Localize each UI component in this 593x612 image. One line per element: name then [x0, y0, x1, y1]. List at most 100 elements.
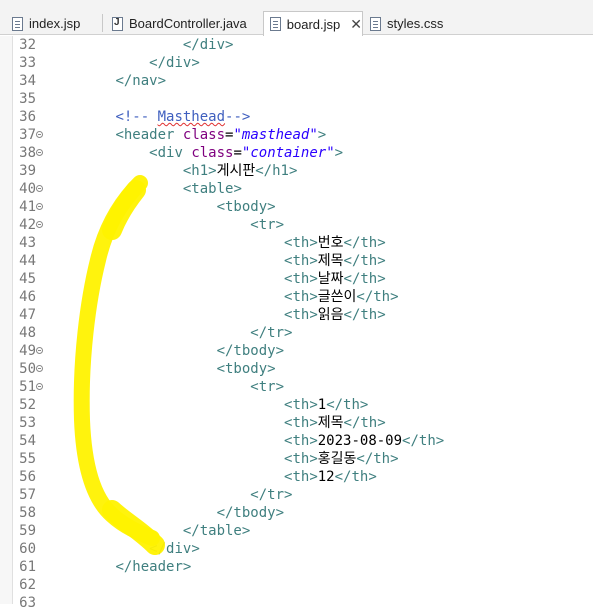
line-number: 47: [19, 307, 36, 323]
code-text: <th>번호</th>: [284, 235, 386, 251]
fold-toggle-icon[interactable]: [36, 203, 43, 210]
code-text: </tr>: [250, 325, 293, 341]
java-file-icon: [112, 16, 123, 31]
code-line[interactable]: 40 <table>: [0, 180, 593, 198]
line-number: 44: [19, 253, 36, 269]
fold-toggle-icon[interactable]: [36, 131, 43, 138]
code-line[interactable]: 47 <th>읽음</th>: [0, 306, 593, 324]
fold-toggle-icon[interactable]: [36, 221, 43, 228]
line-number: 63: [19, 595, 36, 611]
fold-toggle-icon[interactable]: [36, 149, 43, 156]
code-line[interactable]: 34 </nav>: [0, 72, 593, 90]
code-line[interactable]: 51 <tr>: [0, 378, 593, 396]
code-line[interactable]: 60 </div>: [0, 540, 593, 558]
code-text: </header>: [115, 559, 192, 575]
line-number: 33: [19, 55, 36, 71]
code-line[interactable]: 50 <tbody>: [0, 360, 593, 378]
tab-separator: [102, 14, 103, 32]
code-line[interactable]: 35: [0, 90, 593, 108]
code-line[interactable]: 38 <div class="container">: [0, 144, 593, 162]
code-text: <th>2023-08-09</th>: [284, 433, 445, 449]
line-number: 51: [19, 379, 36, 395]
line-number: 62: [19, 577, 36, 593]
line-number: 48: [19, 325, 36, 341]
line-number: 50: [19, 361, 36, 377]
code-line[interactable]: 53 <th>제목</th>: [0, 414, 593, 432]
code-text: </tr>: [250, 487, 293, 503]
code-line[interactable]: 62: [0, 576, 593, 594]
tab-label: board.jsp: [286, 16, 341, 32]
tab-index-jsp[interactable]: index.jsp: [6, 12, 102, 35]
tab-boardcontroller-java[interactable]: BoardController.java: [106, 12, 262, 35]
code-line[interactable]: 36 <!-- Masthead-->: [0, 108, 593, 126]
line-number: 46: [19, 289, 36, 305]
code-line[interactable]: 42 <tr>: [0, 216, 593, 234]
code-text: <th>날짜</th>: [284, 271, 386, 287]
line-number: 60: [19, 541, 36, 557]
close-icon[interactable]: ✕: [350, 16, 362, 33]
code-text: </nav>: [115, 73, 167, 89]
fold-toggle-icon[interactable]: [36, 347, 43, 354]
tab-label: styles.css: [387, 16, 444, 31]
line-number: 59: [19, 523, 36, 539]
code-line[interactable]: 61 </header>: [0, 558, 593, 576]
fold-toggle-icon[interactable]: [36, 185, 43, 192]
code-line[interactable]: 44 <th>제목</th>: [0, 252, 593, 270]
line-number: 39: [19, 163, 36, 179]
code-text: </table>: [182, 523, 251, 539]
line-number: 52: [19, 397, 36, 413]
code-line[interactable]: 54 <th>2023-08-09</th>: [0, 432, 593, 450]
code-line[interactable]: 33 </div>: [0, 54, 593, 72]
code-line[interactable]: 59 </table>: [0, 522, 593, 540]
code-line[interactable]: 49 </tbody>: [0, 342, 593, 360]
css-file-icon: [370, 16, 381, 31]
code-text: <th>12</th>: [284, 469, 377, 485]
code-line[interactable]: 52 <th>1</th>: [0, 396, 593, 414]
line-number: 32: [19, 37, 36, 53]
code-text: <tr>: [250, 379, 285, 395]
line-number: 43: [19, 235, 36, 251]
line-number: 54: [19, 433, 36, 449]
code-line[interactable]: 56 <th>12</th>: [0, 468, 593, 486]
line-number: 34: [19, 73, 36, 89]
line-number: 38: [19, 145, 36, 161]
code-line[interactable]: 43 <th>번호</th>: [0, 234, 593, 252]
code-text: <h1>게시판</h1>: [182, 163, 298, 179]
line-number: 49: [19, 343, 36, 359]
code-text: <table>: [182, 181, 242, 197]
line-number: 45: [19, 271, 36, 287]
code-line[interactable]: 41 <tbody>: [0, 198, 593, 216]
code-line[interactable]: 55 <th>홍길동</th>: [0, 450, 593, 468]
fold-toggle-icon[interactable]: [36, 365, 43, 372]
line-number: 42: [19, 217, 36, 233]
line-number: 61: [19, 559, 36, 575]
tab-label: BoardController.java: [129, 16, 247, 31]
line-number: 56: [19, 469, 36, 485]
line-number: 36: [19, 109, 36, 125]
code-line[interactable]: 46 <th>글쓴이</th>: [0, 288, 593, 306]
code-line[interactable]: 37 <header class="masthead">: [0, 126, 593, 144]
editor-tab-bar: index.jsp BoardController.java board.jsp…: [0, 0, 593, 36]
line-number: 57: [19, 487, 36, 503]
code-text: </div>: [149, 541, 200, 557]
code-line[interactable]: 48 </tr>: [0, 324, 593, 342]
code-line[interactable]: 57 </tr>: [0, 486, 593, 504]
code-text: <tr>: [250, 217, 285, 233]
code-text: <!-- Masthead-->: [115, 109, 251, 125]
tab-styles-css[interactable]: styles.css: [364, 12, 454, 35]
code-line[interactable]: 32 </div>: [0, 36, 593, 54]
code-line[interactable]: 63: [0, 594, 593, 612]
code-line[interactable]: 39 <h1>게시판</h1>: [0, 162, 593, 180]
code-text: <th>제목</th>: [284, 253, 386, 269]
code-text: <tbody>: [216, 199, 276, 215]
tab-board-jsp[interactable]: board.jsp ✕: [263, 11, 363, 36]
tab-label: index.jsp: [29, 16, 81, 31]
fold-toggle-icon[interactable]: [36, 383, 43, 390]
code-editor[interactable]: 32 </div> 33 </div> 34 </nav> 35 36 <!-- Mas…: [0, 36, 593, 611]
code-text: <th>제목</th>: [284, 415, 386, 431]
code-text: <header class="masthead">: [115, 127, 327, 143]
code-text: </div>: [182, 37, 234, 53]
code-line[interactable]: 58 </tbody>: [0, 504, 593, 522]
code-line[interactable]: 45 <th>날짜</th>: [0, 270, 593, 288]
code-text: <th>글쓴이</th>: [284, 289, 399, 305]
